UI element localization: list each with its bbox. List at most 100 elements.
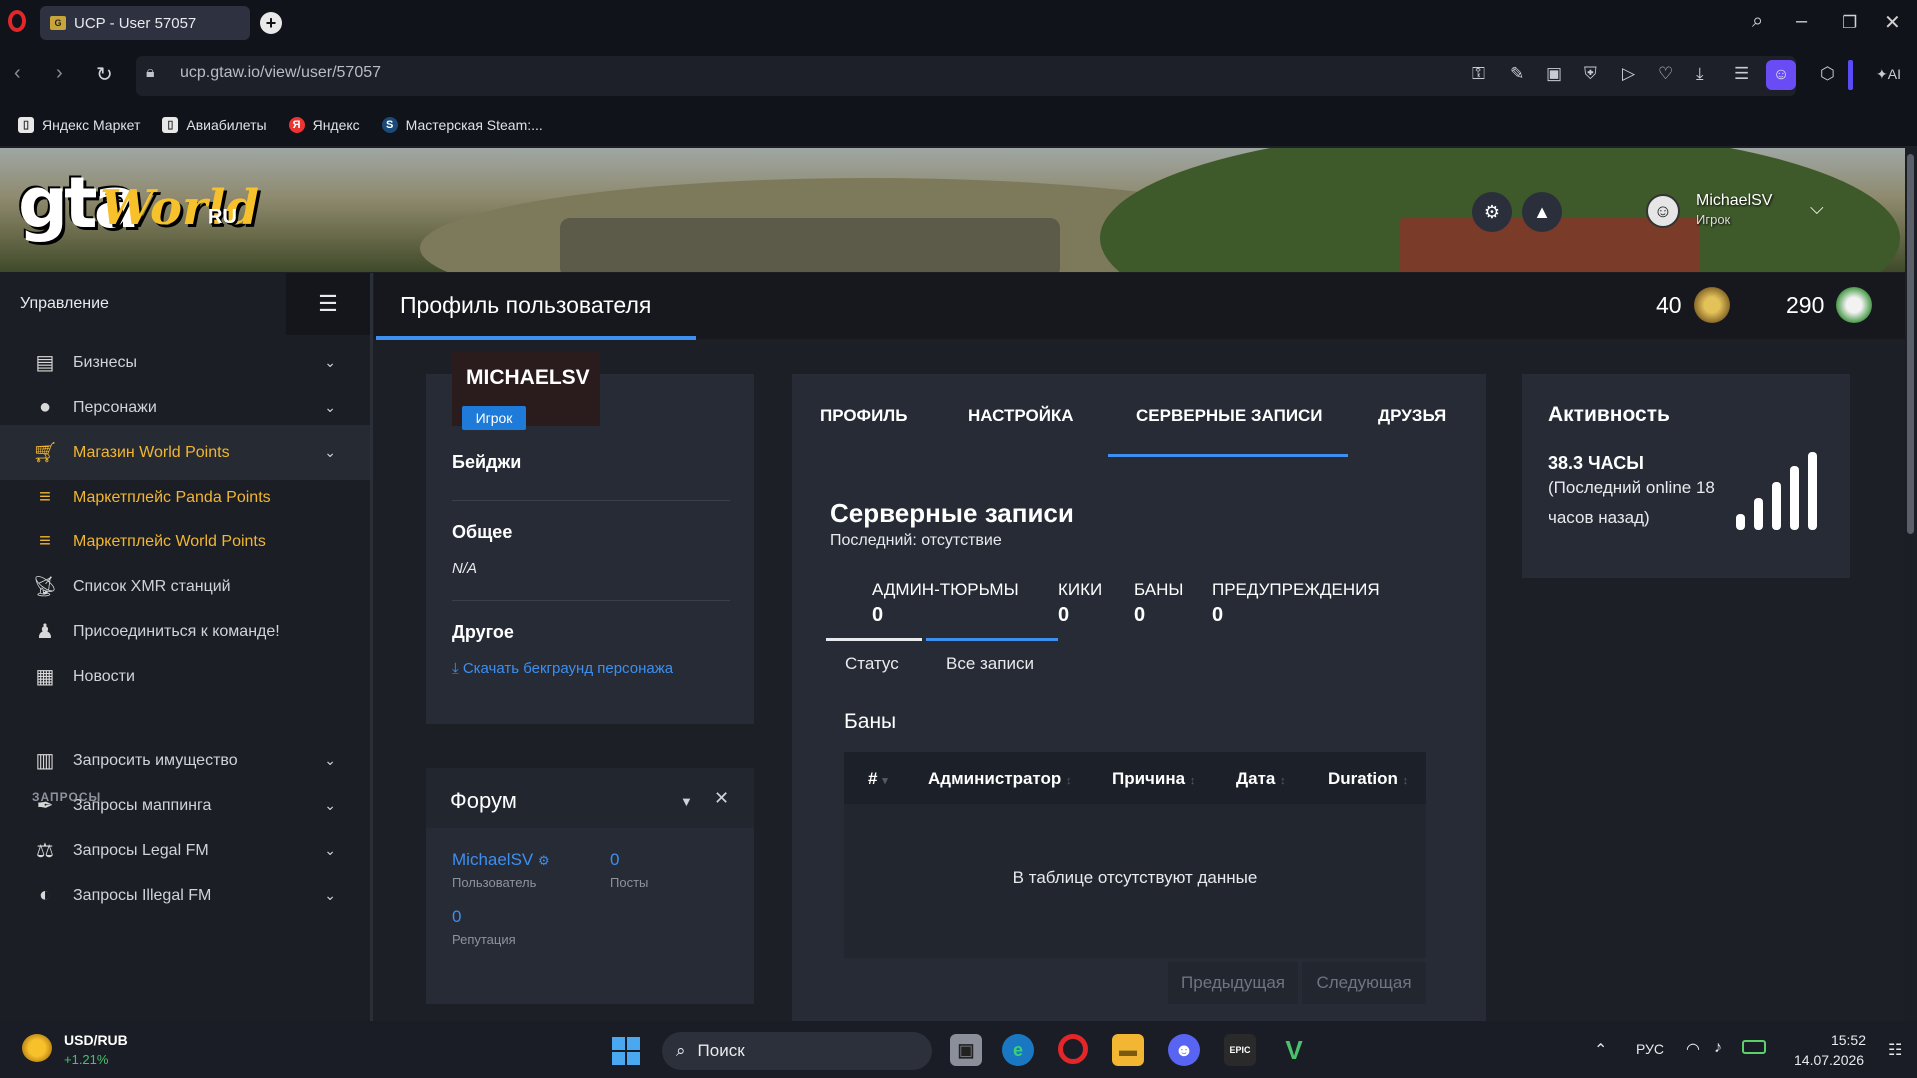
cube-icon[interactable]: ⬡ bbox=[1820, 64, 1835, 84]
wifi-icon[interactable]: ◠ bbox=[1686, 1039, 1700, 1059]
column-header-reason[interactable]: Причина ↕ bbox=[1112, 769, 1195, 789]
taskbar-time[interactable]: 15:52 bbox=[1822, 1032, 1866, 1048]
column-header-duration[interactable]: Duration ↕ bbox=[1328, 769, 1408, 789]
notifications-icon[interactable]: ☷ bbox=[1888, 1040, 1902, 1060]
column-header-number[interactable]: # ▾ bbox=[868, 769, 888, 789]
subtab-all-records[interactable]: Все записи bbox=[946, 654, 1034, 674]
active-tab-indicator bbox=[1108, 454, 1348, 457]
chevron-down-icon: ⌄ bbox=[324, 842, 336, 858]
user-avatar[interactable]: ☺ bbox=[1646, 194, 1680, 228]
file-explorer-icon[interactable]: ▬ bbox=[1112, 1034, 1144, 1066]
column-label: Duration bbox=[1328, 769, 1398, 788]
sidebar-scrollbar[interactable] bbox=[370, 273, 373, 1021]
volume-icon[interactable]: ♪ bbox=[1714, 1039, 1722, 1057]
back-icon[interactable]: ‹ bbox=[14, 62, 21, 85]
page-scrollbar-thumb[interactable] bbox=[1907, 154, 1914, 534]
minimize-icon[interactable]: – bbox=[1796, 10, 1807, 33]
bookmark-flights[interactable]: ▯ Авиабилеты bbox=[162, 117, 267, 133]
close-icon[interactable]: ✕ bbox=[714, 788, 729, 809]
sidebar-item-label: Персонажи bbox=[73, 398, 157, 416]
forum-posts-label: Посты bbox=[610, 875, 649, 890]
column-header-admin[interactable]: Администратор ↕ bbox=[928, 769, 1072, 789]
sidebar-item-label: Магазин World Points bbox=[73, 443, 230, 461]
taskbar-date[interactable]: 14.07.2026 bbox=[1794, 1052, 1864, 1068]
medal-icon[interactable] bbox=[1694, 287, 1730, 323]
divider bbox=[452, 500, 730, 501]
bookmark-steam[interactable]: S Мастерская Steam:... bbox=[381, 117, 543, 133]
new-tab-button[interactable]: + bbox=[260, 12, 282, 34]
stat-jail-label: АДМИН-ТЮРЬМЫ bbox=[872, 580, 1019, 599]
key-icon[interactable]: ⚿ bbox=[1472, 64, 1485, 84]
bookmark-yandex-market[interactable]: ▯ Яндекс Маркет bbox=[18, 117, 140, 133]
tab-server-records[interactable]: СЕРВЕРНЫЕ ЗАПИСИ bbox=[1136, 406, 1323, 426]
column-header-date[interactable]: Дата ↕ bbox=[1236, 769, 1286, 789]
column-label: Дата bbox=[1236, 769, 1276, 788]
shield-icon[interactable]: ⛨ bbox=[1584, 64, 1597, 84]
coins-widget-icon[interactable] bbox=[22, 1034, 52, 1062]
download-background-link[interactable]: ⤓ Скачать бекграунд персонажа bbox=[452, 660, 673, 677]
play-icon[interactable]: ▷ bbox=[1622, 64, 1635, 84]
forum-rep-value: 0 bbox=[452, 907, 462, 926]
collapse-caret-icon[interactable]: ▼ bbox=[680, 794, 693, 809]
tab-settings[interactable]: НАСТРОЙКА bbox=[968, 406, 1074, 426]
forum-user-link[interactable]: MichaelSV ⚙ bbox=[452, 850, 550, 870]
bookmark-yandex[interactable]: Я Яндекс bbox=[288, 117, 360, 133]
camera-icon[interactable]: ▣ bbox=[1546, 64, 1562, 84]
tab-friends[interactable]: ДРУЗЬЯ bbox=[1378, 406, 1446, 426]
chevron-up-icon[interactable]: ⌃ bbox=[1594, 1040, 1607, 1060]
steam-icon: S bbox=[381, 117, 398, 133]
activity-title: Активность bbox=[1548, 403, 1670, 426]
windows-start-icon[interactable] bbox=[612, 1037, 640, 1065]
edge-browser-icon[interactable]: e bbox=[1002, 1034, 1034, 1066]
task-view-icon[interactable]: ▣ bbox=[950, 1034, 982, 1066]
other-label: Другое bbox=[452, 622, 514, 642]
chevron-down-icon: ⌄ bbox=[324, 354, 336, 370]
section-subtitle: Последний: отсутствие bbox=[830, 532, 1002, 549]
download-icon[interactable]: ⤓ bbox=[1696, 64, 1704, 84]
browser-tab[interactable]: G UCP - User 57057 bbox=[40, 6, 250, 40]
search-tabs-icon[interactable]: ⌕ bbox=[1752, 10, 1763, 33]
sidebar-item-news[interactable]: ▦ Новости bbox=[0, 649, 370, 704]
settings-gear-icon[interactable]: ⚙ bbox=[1472, 192, 1512, 232]
heart-icon[interactable]: ♡ bbox=[1658, 64, 1673, 84]
antenna-icon: 📡︎ bbox=[32, 576, 58, 598]
chevron-down-icon: ⌄ bbox=[324, 887, 336, 903]
opera-logo-icon[interactable] bbox=[8, 10, 26, 32]
page-icon: ▯ bbox=[162, 117, 179, 133]
panda-icon[interactable] bbox=[1836, 287, 1872, 323]
reload-icon[interactable]: ↻ bbox=[96, 62, 113, 87]
hamburger-menu-icon[interactable]: ☰ bbox=[286, 273, 370, 335]
scales-icon: ⚖ bbox=[36, 840, 54, 862]
input-language[interactable]: РУС bbox=[1636, 1041, 1664, 1057]
signal-bar bbox=[1772, 482, 1781, 530]
discord-icon[interactable]: ☻ bbox=[1168, 1034, 1200, 1066]
tab-profile[interactable]: ПРОФИЛЬ bbox=[820, 406, 907, 426]
notification-bell-icon[interactable]: ▲ bbox=[1522, 192, 1562, 232]
briefcase-icon: ▤ bbox=[35, 352, 55, 374]
next-page-button[interactable]: Следующая bbox=[1302, 962, 1426, 1004]
gta-v-icon[interactable]: V bbox=[1278, 1034, 1310, 1066]
browser-titlebar bbox=[0, 0, 1917, 46]
opera-taskbar-icon[interactable] bbox=[1058, 1034, 1088, 1064]
bookmark-label: Яндекс bbox=[312, 117, 360, 133]
subtab-status[interactable]: Статус bbox=[845, 654, 899, 674]
close-window-icon[interactable]: ✕ bbox=[1884, 10, 1901, 35]
profile-icon[interactable]: ☺ bbox=[1766, 60, 1796, 90]
lock-icon[interactable]: 🔒︎ bbox=[146, 64, 155, 82]
medal-count: 40 bbox=[1656, 292, 1682, 318]
header-user-name[interactable]: MichaelSV bbox=[1696, 192, 1772, 210]
restore-icon[interactable]: ❐ bbox=[1842, 13, 1857, 33]
sidebar-item-illegal-fm[interactable]: ◐ Запросы Illegal FM ⌄ bbox=[0, 868, 370, 923]
menu-lines-icon[interactable]: ☰ bbox=[1734, 64, 1749, 84]
ticker-label[interactable]: USD/RUB bbox=[64, 1032, 128, 1048]
sparkle-icon: ✦ bbox=[1876, 66, 1888, 82]
battery-icon[interactable] bbox=[1742, 1040, 1766, 1054]
subtab-status-indicator bbox=[826, 638, 922, 641]
taskbar-search[interactable]: ⌕ Поиск bbox=[662, 1032, 932, 1070]
ai-button[interactable]: ✦AI bbox=[1876, 66, 1901, 83]
forward-icon[interactable]: › bbox=[56, 62, 63, 85]
chevron-down-icon[interactable]: ⌵ bbox=[1810, 198, 1824, 219]
edit-icon[interactable]: ✎ bbox=[1510, 64, 1524, 84]
epic-games-icon[interactable]: EPIC bbox=[1224, 1034, 1256, 1066]
prev-page-button[interactable]: Предыдущая bbox=[1168, 962, 1298, 1004]
